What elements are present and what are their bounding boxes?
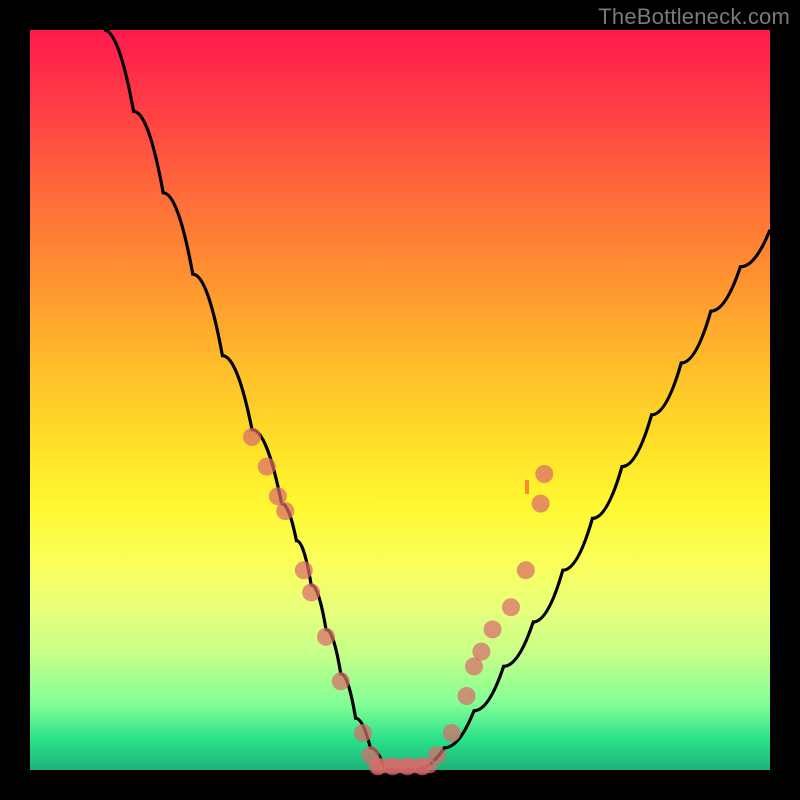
marker-dot <box>258 458 276 476</box>
marker-dot <box>295 561 313 579</box>
marker-dot <box>332 672 350 690</box>
marker-dot <box>443 724 461 742</box>
marker-dot <box>354 724 372 742</box>
marker-dot <box>458 687 476 705</box>
marker-dot <box>517 561 535 579</box>
marker-dot <box>484 620 502 638</box>
marker-dot <box>532 495 550 513</box>
marker-dot <box>428 746 446 764</box>
marker-dot <box>502 598 520 616</box>
tick-mark <box>525 480 529 494</box>
chart-frame <box>30 30 770 770</box>
orange-tick <box>525 480 529 494</box>
curve-markers <box>243 428 553 775</box>
watermark-text: TheBottleneck.com <box>598 4 790 30</box>
marker-dot <box>472 643 490 661</box>
marker-dot <box>276 502 294 520</box>
bottleneck-curve <box>104 30 770 770</box>
marker-dot <box>302 583 320 601</box>
chart-svg <box>30 30 770 770</box>
marker-dot <box>413 757 431 775</box>
curve-line <box>104 30 770 770</box>
marker-dot <box>243 428 261 446</box>
marker-dot <box>317 628 335 646</box>
marker-dot <box>535 465 553 483</box>
